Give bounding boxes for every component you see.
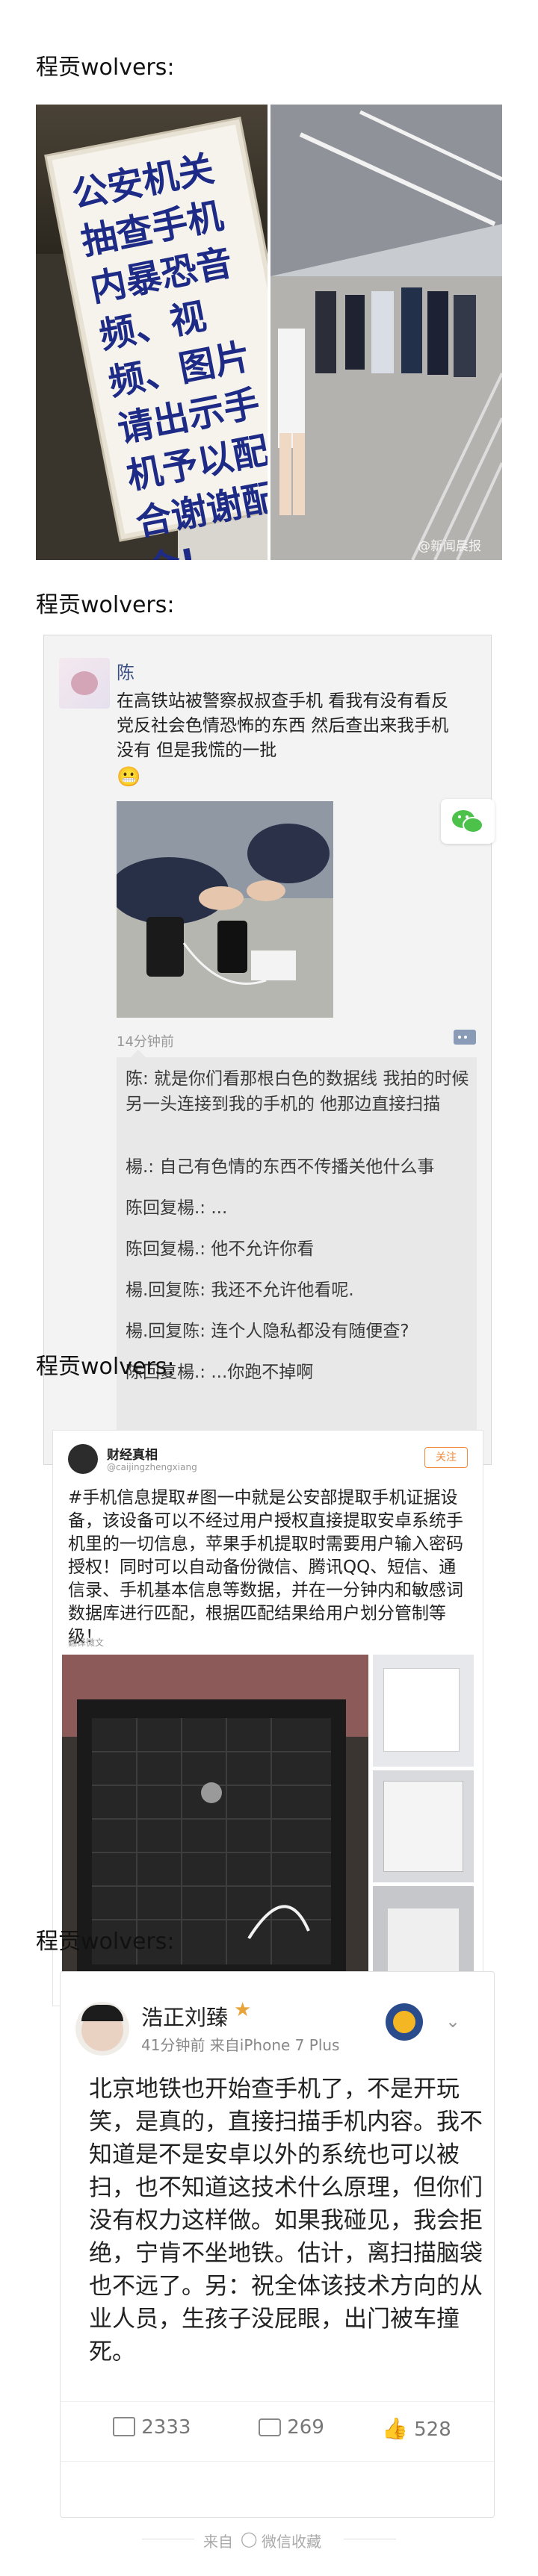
wechat-icon-badge — [441, 799, 495, 844]
post-message: 在高铁站被警察叔叔查手机 看我有没有看反党反社会色情恐怖的东西 然后查出来我手机… — [117, 691, 449, 760]
weibo-post-card: 浩正刘臻 ★ 41分钟前 来自iPhone 7 Plus ⌄ 北京地铁也开始查手… — [60, 1971, 495, 2518]
like-count: 528 — [414, 2418, 451, 2441]
screen-photo-1[interactable] — [373, 1655, 474, 1767]
sign-photo: 公安机关抽查手机内暴恐音频、视频、图片请出示手机予以配合谢谢配合! — [36, 105, 268, 560]
weibo-text: #手机信息提取#图一中就是公安部提取手机证据设备，该设备可以不经过用户授权直接提… — [68, 1488, 463, 1646]
emoji: 😬 — [117, 766, 141, 788]
repost-count: 2333 — [141, 2416, 191, 2439]
section-title: 程贡wolvers: — [36, 1354, 175, 1380]
comment-button[interactable]: 269 — [259, 2416, 324, 2439]
comment-icon — [259, 2418, 281, 2436]
repost-button[interactable]: 2333 — [113, 2416, 191, 2439]
post-photo[interactable] — [117, 801, 333, 1018]
divider — [61, 2401, 494, 2402]
police-sign: 公安机关抽查手机内暴恐音频、视频、图片请出示手机予以配合谢谢配合! — [46, 119, 268, 560]
account-name[interactable]: 财经真相 — [107, 1444, 158, 1463]
comment-count: 269 — [287, 2416, 324, 2439]
divider — [61, 2461, 494, 2462]
comment-item[interactable]: 陈回复楊.: ... — [126, 1195, 469, 1221]
photo-watermark: @新闻晨报 — [418, 539, 481, 554]
repost-icon — [113, 2417, 135, 2436]
footer-source: 微信收藏 — [262, 2533, 321, 2551]
comment-item[interactable]: 陈: 就是你们看那根白色的数据线 我拍的时候另一头连接到我的手机的 他那边直接扫… — [126, 1066, 469, 1117]
comment-item[interactable]: 楊.回复陈: 我还不允许他看呢. — [126, 1278, 469, 1303]
section-title: 程贡wolvers: — [36, 55, 175, 81]
comment-more-icon[interactable] — [454, 1030, 476, 1045]
account-handle: @caijingzhengxiang — [107, 1462, 197, 1472]
comment-item[interactable]: 楊.: 自己有色情的东西不传播关他什么事 — [126, 1154, 469, 1180]
screen-photo-2[interactable] — [373, 1770, 474, 1882]
comment-item[interactable]: 楊.回复陈: 连个人隐私都没有随便查? — [126, 1319, 469, 1344]
vip-crown-icon: ★ — [234, 1999, 252, 2021]
user-name[interactable]: 陈 — [117, 658, 134, 684]
team-logo-icon[interactable] — [386, 2003, 423, 2041]
section-title: 程贡wolvers: — [36, 592, 175, 618]
account-avatar[interactable] — [68, 1444, 98, 1474]
comment-item[interactable]: 陈回复楊.: ...你跑不掉啊 — [126, 1360, 469, 1385]
footer-from: 来自 — [203, 2533, 233, 2551]
wechat-icon — [452, 810, 483, 833]
user-avatar[interactable] — [75, 2002, 129, 2056]
comment-item[interactable]: 陈回复楊.: 他不允许你看 — [126, 1236, 469, 1262]
station-photo: @新闻晨报 — [270, 105, 502, 560]
post-meta: 41分钟前 来自iPhone 7 Plus — [141, 2036, 340, 2054]
user-name[interactable]: 浩正刘臻 — [141, 2000, 228, 2032]
translate-link[interactable]: 翻译微文 — [68, 1636, 104, 1649]
chevron-down-icon[interactable]: ⌄ — [445, 2011, 460, 2032]
like-button[interactable]: 👍 528 — [382, 2416, 451, 2441]
weibo-card: 财经真相 @caijingzhengxiang 关注 #手机信息提取#图一中就是… — [52, 1430, 483, 2006]
station-illustration — [270, 105, 502, 560]
post-time: 14分钟前 — [117, 1034, 174, 1050]
thumbs-up-icon: 👍 — [382, 2416, 408, 2441]
post-body: 北京地铁也开始查手机了，不是开玩笑，是真的，直接扫描手机内容。我不知道是不是安卓… — [89, 2076, 483, 2365]
moments-card: 陈 在高铁站被警察叔叔查手机 看我有没有看反党反社会色情恐怖的东西 然后查出来我… — [43, 635, 492, 1465]
photo-illustration — [117, 801, 333, 1018]
sign-text: 公安机关抽查手机内暴恐音频、视频、图片请出示手机予以配合谢谢配合! — [68, 148, 268, 560]
section-title: 程贡wolvers: — [36, 1929, 175, 1955]
avatar[interactable] — [59, 658, 110, 709]
follow-button[interactable]: 关注 — [424, 1447, 468, 1468]
favorites-icon: ◯ — [241, 2530, 258, 2548]
